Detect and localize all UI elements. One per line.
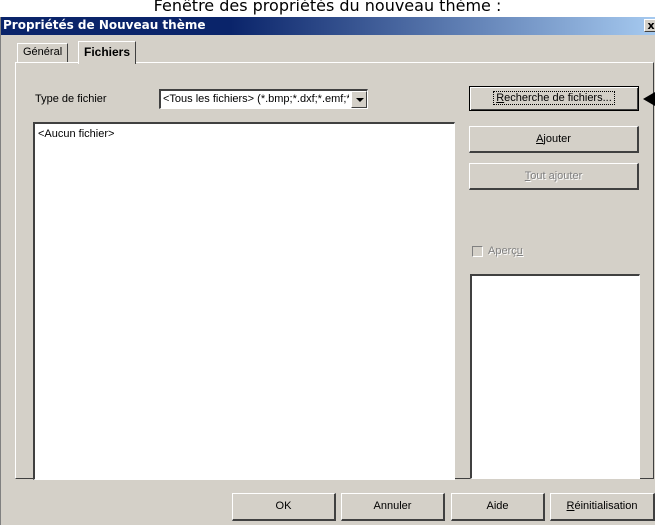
tab-general[interactable]: Général [17, 43, 69, 62]
cancel-button[interactable]: Annuler [341, 493, 445, 521]
help-button[interactable]: Aide [451, 493, 545, 521]
tab-fichiers[interactable]: Fichiers [78, 41, 137, 64]
list-item[interactable]: <Aucun fichier> [38, 128, 114, 140]
add-button[interactable]: Ajouter [469, 126, 639, 153]
search-files-button[interactable]: Recherche de fichiers... [469, 86, 639, 111]
add-all-button[interactable]: Tout ajouter [469, 163, 639, 190]
window-title: Propriétés de Nouveau thème [3, 18, 206, 32]
file-type-value: <Tous les fichiers> (*.bmp;*.dxf;*.emf;*… [163, 93, 349, 105]
arrow-pointer-icon [643, 92, 655, 106]
preview-checkbox[interactable] [472, 246, 483, 257]
file-type-select[interactable]: <Tous les fichiers> (*.bmp;*.dxf;*.emf;*… [159, 89, 368, 109]
preview-label: Aperçu [488, 245, 523, 257]
ok-button[interactable]: OK [232, 493, 336, 521]
file-list[interactable]: <Aucun fichier> [33, 122, 455, 480]
reset-button[interactable]: Réinitialisation [550, 493, 655, 521]
close-icon[interactable]: x [644, 19, 655, 32]
preview-area [470, 274, 640, 479]
chevron-down-icon[interactable] [351, 91, 367, 108]
caption-text: Fenêtre des propriétés du nouveau thème … [153, 0, 502, 15]
title-bar[interactable]: Propriétés de Nouveau thème x [1, 17, 655, 35]
file-type-label: Type de fichier [35, 93, 107, 105]
